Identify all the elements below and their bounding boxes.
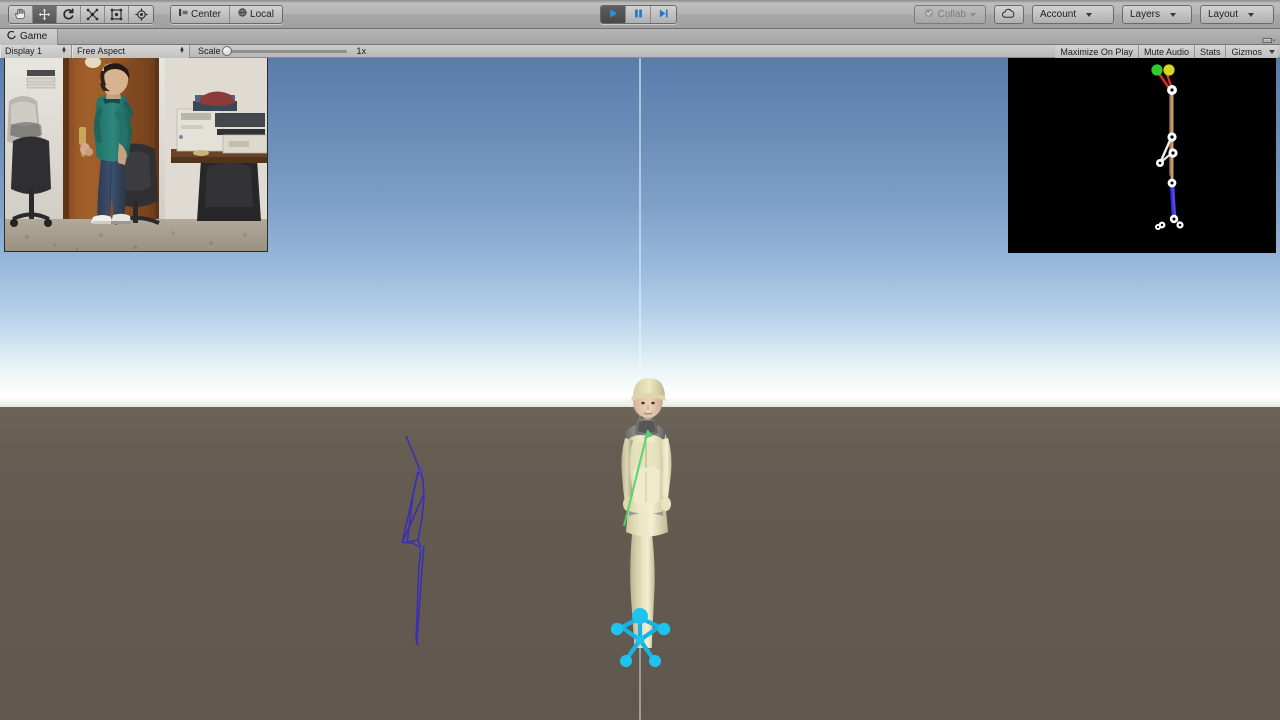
updown-caret-icon: ▲ ▼	[61, 46, 67, 55]
scale-label: Scale	[198, 46, 221, 56]
aspect-select[interactable]: Free Aspect ▲ ▼	[72, 44, 190, 58]
mute-audio-label: Mute Audio	[1143, 46, 1189, 57]
aspect-select-label: Free Aspect	[77, 46, 126, 56]
playback-controls-group	[600, 5, 677, 24]
scale-tool-button[interactable]	[81, 5, 105, 23]
display-select[interactable]: Display 1 ▲ ▼	[0, 44, 72, 58]
collab-button[interactable]: Collab	[913, 5, 986, 24]
chevron-down-icon	[1086, 12, 1093, 17]
layout-dropdown[interactable]: Layout	[1200, 5, 1274, 24]
bone-gizmo-cyan	[610, 608, 671, 667]
scale-slider[interactable]	[221, 45, 347, 56]
unity-editor-window: Center Local Collab Account Layers Layou…	[0, 0, 1280, 720]
cloud-services-button[interactable]	[994, 5, 1024, 24]
rect-transform-icon	[110, 8, 123, 21]
tab-game-label: Game	[20, 31, 48, 42]
game-view-toolbar: Display 1 ▲ ▼ Free Aspect ▲ ▼ Scale 1x Max…	[0, 44, 1280, 58]
hand-icon	[14, 8, 27, 21]
pivot-mode-group: Center Local	[170, 4, 283, 24]
chevron-down-icon	[1269, 49, 1275, 54]
scale-value: 1x	[356, 46, 367, 56]
move-arrows-icon	[38, 8, 51, 21]
layout-label: Layout	[1208, 9, 1239, 20]
stats-label: Stats	[1199, 46, 1221, 57]
collab-label: Collab	[937, 9, 966, 20]
main-toolbar: Center Local Collab Account Layers Layou…	[0, 0, 1280, 29]
pose-skeleton-view	[1008, 58, 1276, 253]
play-icon	[608, 6, 619, 23]
collab-check-icon	[924, 8, 934, 21]
account-dropdown[interactable]: Account	[1032, 5, 1114, 24]
stats-button[interactable]: Stats	[1194, 45, 1227, 58]
hand-tool-button[interactable]	[9, 5, 33, 23]
display-select-label: Display 1	[5, 46, 43, 56]
updown-caret-icon: ▲ ▼	[179, 46, 185, 55]
gizmos-dropdown[interactable]: Gizmos	[1226, 45, 1278, 58]
step-button[interactable]	[651, 6, 676, 23]
chevron-down-icon	[1248, 12, 1255, 17]
layers-dropdown[interactable]: Layers	[1122, 5, 1192, 24]
maximize-on-play-label: Maximize On Play	[1060, 46, 1133, 57]
tab-game[interactable]: Game	[0, 28, 59, 45]
pivot-center-button[interactable]: Center	[171, 5, 231, 23]
rect-tool-button[interactable]	[105, 5, 129, 23]
game-view-canvas[interactable]	[0, 58, 1280, 720]
webcam-feed	[4, 58, 268, 252]
layers-label: Layers	[1130, 9, 1161, 20]
transform-tools-group	[8, 4, 154, 24]
pause-button[interactable]	[626, 6, 651, 23]
pivot-center-icon	[179, 8, 188, 20]
game-view-toolbar-right: Maximize On Play Mute Audio Stats Gizmos	[1055, 45, 1278, 58]
toolbar-right-cluster: Collab Account Layers Layout	[913, 5, 1274, 24]
gizmos-label: Gizmos	[1231, 46, 1262, 57]
eye-left-marker	[1151, 64, 1163, 76]
account-label: Account	[1040, 9, 1077, 20]
eye-right-marker	[1163, 64, 1175, 76]
transform-icon	[134, 7, 148, 21]
play-button[interactable]	[601, 6, 626, 23]
panel-tab-bar: Game	[0, 28, 1280, 45]
toolbar-top-edge	[0, 0, 1280, 3]
rotate-icon	[62, 7, 75, 21]
transform-tool-button[interactable]	[129, 5, 153, 23]
move-tool-button[interactable]	[33, 5, 57, 23]
pivot-center-label: Center	[191, 8, 222, 20]
scale-slider-knob[interactable]	[221, 45, 232, 56]
pivot-local-label: Local	[250, 8, 274, 20]
mute-audio-button[interactable]: Mute Audio	[1138, 45, 1195, 58]
globe-icon	[238, 8, 247, 20]
scale-icon	[86, 8, 99, 21]
step-forward-icon	[658, 6, 669, 23]
pause-icon	[633, 6, 644, 23]
ragdoll-wireframe	[401, 435, 425, 647]
pivot-local-button[interactable]: Local	[230, 5, 282, 23]
chevron-down-icon	[1170, 12, 1177, 17]
maximize-on-play-button[interactable]: Maximize On Play	[1055, 45, 1139, 58]
cloud-icon	[1001, 6, 1018, 24]
chevron-down-icon	[970, 12, 976, 17]
rotate-tool-button[interactable]	[57, 5, 81, 23]
game-view-icon	[7, 30, 16, 43]
